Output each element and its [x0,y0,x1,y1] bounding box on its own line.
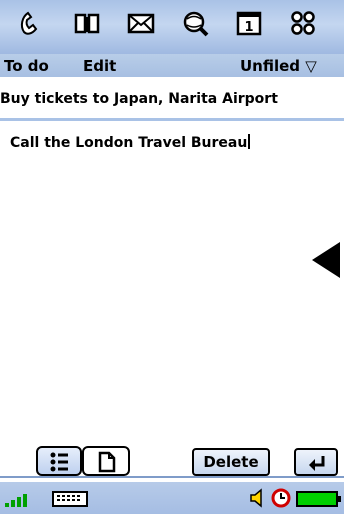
task-title: Buy tickets to Japan, Narita Airport [0,91,278,107]
task-note-field[interactable]: Call the London Travel Bureau [10,134,251,151]
signal-strength-icon [5,494,27,507]
task-note-text: Call the London Travel Bureau [10,135,248,151]
delete-button[interactable]: Delete [192,448,270,476]
edit-menu[interactable]: Edit [83,57,116,75]
app-title: To do [4,57,49,75]
enter-button[interactable] [294,448,338,476]
alarm-clock-icon[interactable] [271,488,291,508]
status-bar [0,482,344,514]
command-bar-baseline [0,476,344,478]
messages-icon[interactable] [126,8,156,38]
list-icon [50,452,68,472]
contacts-book-icon[interactable] [72,8,102,38]
web-search-icon[interactable] [180,8,210,38]
calendar-icon[interactable]: 1 [234,8,264,38]
details-view-tab[interactable] [36,446,82,476]
note-page-icon [98,451,116,473]
volume-speaker-icon[interactable] [248,488,268,508]
title-bar: To do Edit Unfiled ▽ [0,54,344,77]
note-view-tab[interactable] [82,446,130,476]
text-cursor [248,134,251,149]
battery-icon [296,491,341,507]
category-dropdown[interactable]: Unfiled ▽ [240,57,317,75]
svg-text:1: 1 [244,20,253,35]
phone-icon[interactable] [16,8,46,38]
keyboard-icon[interactable] [52,491,88,507]
applications-grid-icon[interactable] [288,8,318,38]
divider [0,118,344,121]
scroll-left-arrow-icon[interactable] [312,242,340,278]
launcher-bar: 1 [0,0,344,54]
enter-return-icon [309,456,325,471]
